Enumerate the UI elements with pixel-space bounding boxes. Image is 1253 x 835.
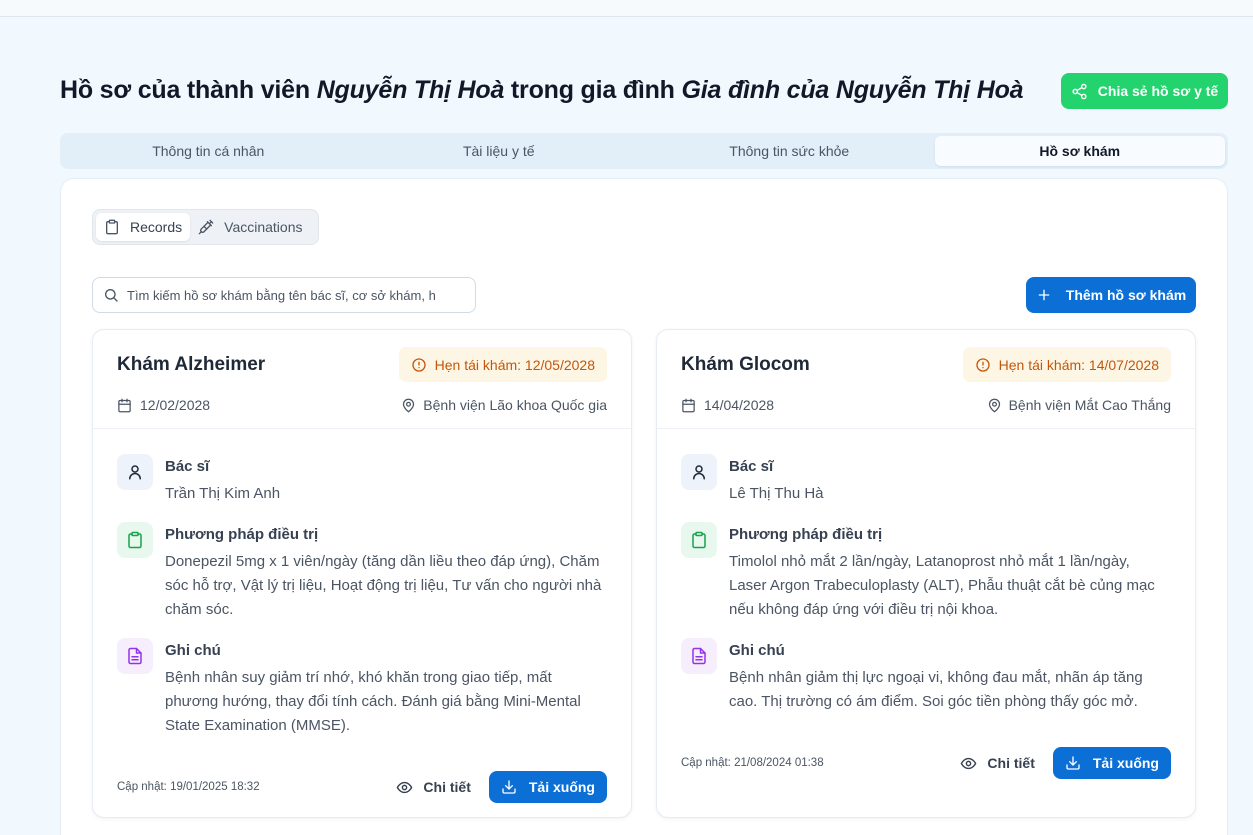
top-bar: [0, 0, 1253, 17]
download-button-label: Tải xuống: [528, 779, 595, 795]
treatment-label: Phương pháp điều trị: [729, 526, 883, 543]
card-footer: Cập nhật: 19/01/2025 18:32 Chi tiết Tải …: [117, 771, 607, 803]
record-date-text: 14/04/2028: [704, 397, 775, 413]
record-date: 12/02/2028: [117, 397, 210, 413]
family-name: Gia đình của Nguyễn Thị Hoà: [681, 76, 1024, 104]
clipboard-icon: [106, 219, 118, 235]
download-icon: [502, 780, 516, 794]
profile-tabs: Thông tin cá nhân Tài liệu y tế Thông ti…: [60, 133, 1228, 169]
records-vaccinations-toggle: Records Vaccinations: [92, 209, 319, 245]
segment-records-label: Records: [130, 219, 183, 235]
alert-circle-icon: [975, 357, 990, 372]
record-title: Khám Glocom: [681, 354, 810, 375]
doctor-name: Lê Thị Thu Hà: [729, 485, 824, 502]
segment-vaccinations[interactable]: Vaccinations: [190, 213, 310, 241]
alert-circle-icon: [411, 357, 426, 372]
map-pin-icon: [988, 398, 1000, 413]
member-name: Nguyễn Thị Hoà: [316, 76, 505, 104]
title-middle: trong gia đình: [504, 76, 682, 104]
search-box: [92, 277, 476, 313]
exam-record-card: Khám Alzheimer Hẹn tái khám: 12/05/2028 …: [92, 329, 632, 818]
treatment-icon-box: [117, 522, 153, 558]
updated-timestamp: Cập nhật: 21/08/2024 01:38: [681, 757, 824, 769]
notes-section: Ghi chú Bệnh nhân giảm thị lực ngoại vi,…: [681, 638, 1171, 714]
calendar-icon: [118, 398, 131, 412]
download-icon: [1066, 756, 1080, 770]
followup-text: Hẹn tái khám: 14/07/2028: [998, 356, 1159, 373]
segment-vaccinations-label: Vaccinations: [224, 219, 303, 235]
record-title: Khám Alzheimer: [117, 354, 266, 375]
search-input[interactable]: [127, 287, 465, 303]
doctor-label: Bác sĩ: [165, 458, 210, 475]
clipboard-icon: [128, 531, 142, 549]
download-button[interactable]: Tải xuống: [1052, 747, 1171, 779]
card-header: Khám Glocom Hẹn tái khám: 14/07/2028 14/…: [657, 330, 1195, 429]
treatment-section: Phương pháp điều trị Donepezil 5mg x 1 v…: [117, 522, 607, 622]
tab-personal-info[interactable]: Thông tin cá nhân: [63, 136, 354, 166]
segment-records[interactable]: Records: [96, 213, 191, 241]
add-exam-record-button[interactable]: Thêm hồ sơ khám: [1026, 277, 1196, 313]
download-button[interactable]: Tải xuống: [488, 771, 607, 803]
record-location: Bệnh viện Mắt Cao Thắng: [987, 397, 1171, 413]
card-footer: Cập nhật: 21/08/2024 01:38 Chi tiết Tải …: [681, 747, 1171, 779]
notes-label: Ghi chú: [729, 642, 785, 659]
download-button-label: Tải xuống: [1092, 755, 1159, 771]
clipboard-icon: [692, 531, 706, 549]
tab-health-info[interactable]: Thông tin sức khỏe: [644, 136, 935, 166]
treatment-section: Phương pháp điều trị Timolol nhỏ mắt 2 l…: [681, 522, 1171, 622]
notes-icon-box: [681, 638, 717, 674]
detail-button-label: Chi tiết: [423, 779, 471, 795]
doctor-icon-box: [681, 454, 717, 490]
treatment-label: Phương pháp điều trị: [165, 526, 319, 543]
followup-badge: Hẹn tái khám: 12/05/2028: [398, 347, 607, 382]
treatment-icon-box: [681, 522, 717, 558]
notes-text: Bệnh nhân suy giảm trí nhớ, khó khăn tro…: [165, 669, 581, 734]
treatment-text: Timolol nhỏ mắt 2 lần/ngày, Latanoprost …: [729, 553, 1155, 618]
doctor-name: Trần Thị Kim Anh: [165, 485, 281, 502]
doctor-label: Bác sĩ: [729, 458, 774, 475]
notes-text: Bệnh nhân giảm thị lực ngoại vi, không đ…: [729, 669, 1143, 710]
share-button-label: Chia sẻ hồ sơ y tế: [1097, 83, 1219, 99]
detail-button[interactable]: Chi tiết: [942, 755, 1052, 772]
notes-section: Ghi chú Bệnh nhân suy giảm trí nhớ, khó …: [117, 638, 607, 738]
eye-icon: [961, 757, 977, 769]
tab-exam-records[interactable]: Hồ sơ khám: [934, 136, 1225, 166]
card-header: Khám Alzheimer Hẹn tái khám: 12/05/2028 …: [93, 330, 631, 429]
notes-label: Ghi chú: [165, 642, 221, 659]
share-icon: [1072, 83, 1087, 99]
doctor-section: Bác sĩ Lê Thị Thu Hà: [681, 454, 1171, 506]
doctor-section: Bác sĩ Trần Thị Kim Anh: [117, 454, 607, 506]
title-prefix: Hồ sơ của thành viên: [60, 76, 317, 104]
user-icon: [693, 465, 705, 480]
followup-text: Hẹn tái khám: 12/05/2028: [434, 356, 595, 373]
notes-icon-box: [117, 638, 153, 674]
record-date-text: 12/02/2028: [140, 397, 211, 413]
map-pin-icon: [403, 398, 415, 413]
eye-icon: [397, 781, 413, 793]
record-location-text: Bệnh viện Lão khoa Quốc gia: [423, 397, 607, 413]
user-icon: [129, 465, 141, 480]
add-button-label: Thêm hồ sơ khám: [1065, 287, 1187, 303]
exam-record-card: Khám Glocom Hẹn tái khám: 14/07/2028 14/…: [656, 329, 1196, 818]
file-text-icon: [692, 647, 706, 665]
detail-button[interactable]: Chi tiết: [378, 779, 488, 796]
share-health-record-button[interactable]: Chia sẻ hồ sơ y tế: [1061, 73, 1228, 109]
page-title: Hồ sơ của thành viên Nguyễn Thị Hoà tron…: [60, 76, 1024, 105]
followup-badge: Hẹn tái khám: 14/07/2028: [962, 347, 1171, 382]
file-text-icon: [128, 647, 142, 665]
detail-button-label: Chi tiết: [987, 755, 1035, 771]
treatment-text: Donepezil 5mg x 1 viên/ngày (tăng dần li…: [165, 553, 602, 618]
updated-timestamp: Cập nhật: 19/01/2025 18:32: [117, 781, 260, 793]
calendar-icon: [682, 398, 695, 412]
record-location-text: Bệnh viện Mắt Cao Thắng: [1008, 397, 1171, 413]
record-location: Bệnh viện Lão khoa Quốc gia: [401, 397, 607, 413]
plus-icon: [1038, 289, 1050, 301]
doctor-icon-box: [117, 454, 153, 490]
record-date: 14/04/2028: [681, 397, 774, 413]
tab-medical-documents[interactable]: Tài liệu y tế: [354, 136, 645, 166]
search-icon: [105, 289, 118, 302]
syringe-icon: [198, 219, 214, 235]
